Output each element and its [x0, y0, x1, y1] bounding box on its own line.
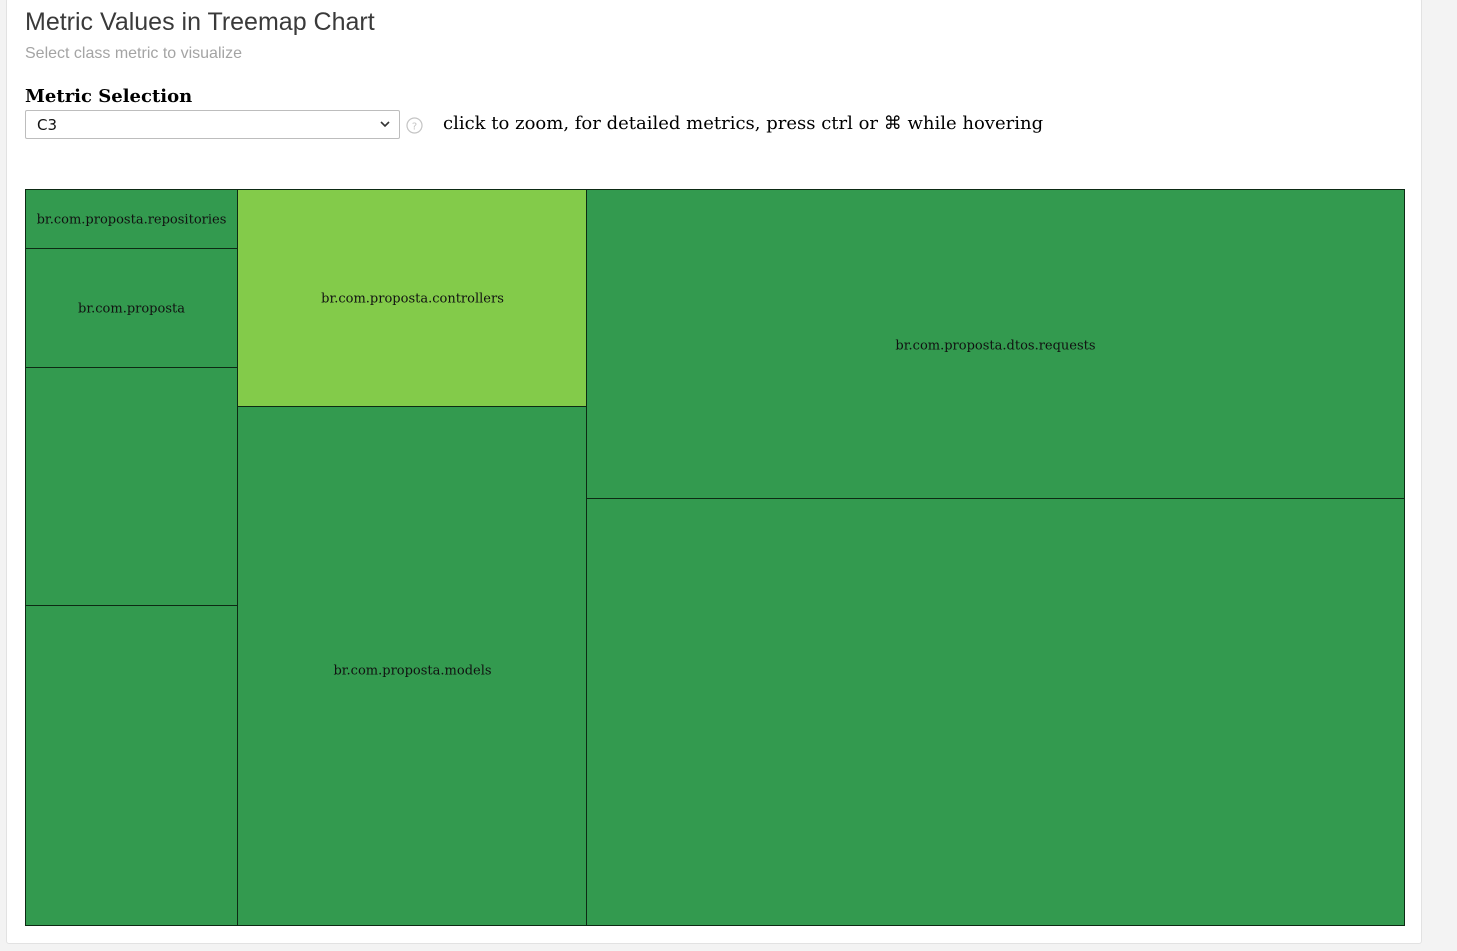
page-subtitle: Select class metric to visualize — [25, 45, 242, 62]
zoom-hint-text: click to zoom, for detailed metrics, pre… — [443, 113, 1044, 134]
treemap-cell-label: br.com.proposta.models — [333, 663, 492, 679]
metric-selection-label: Metric Selection — [25, 86, 193, 107]
treemap-cell[interactable] — [25, 605, 238, 926]
treemap-cell-label: br.com.proposta.dtos.requests — [895, 338, 1096, 354]
treemap-cell-models[interactable]: br.com.proposta.models — [237, 406, 588, 926]
treemap-cell[interactable] — [25, 367, 238, 606]
treemap-cell-label: br.com.proposta — [78, 301, 185, 317]
page-title: Metric Values in Treemap Chart — [25, 8, 375, 36]
treemap-cell[interactable] — [586, 498, 1405, 926]
chevron-down-icon — [380, 121, 390, 128]
treemap-cell-repositories[interactable]: br.com.proposta.repositories — [25, 189, 238, 249]
treemap-cell-dtos-requests[interactable]: br.com.proposta.dtos.requests — [586, 189, 1405, 500]
treemap-cell-proposta[interactable]: br.com.proposta — [25, 248, 238, 368]
treemap-cell-label: br.com.proposta.controllers — [321, 291, 504, 307]
metric-select[interactable]: C3 — [25, 110, 400, 139]
svg-text:?: ? — [412, 122, 417, 133]
metric-select-value: C3 — [37, 116, 58, 134]
help-icon[interactable]: ? — [406, 117, 423, 134]
treemap-chart: br.com.proposta.repositories br.com.prop… — [25, 189, 1405, 926]
treemap-cell-label: br.com.proposta.repositories — [36, 212, 227, 228]
treemap-cell-controllers[interactable]: br.com.proposta.controllers — [237, 189, 588, 408]
